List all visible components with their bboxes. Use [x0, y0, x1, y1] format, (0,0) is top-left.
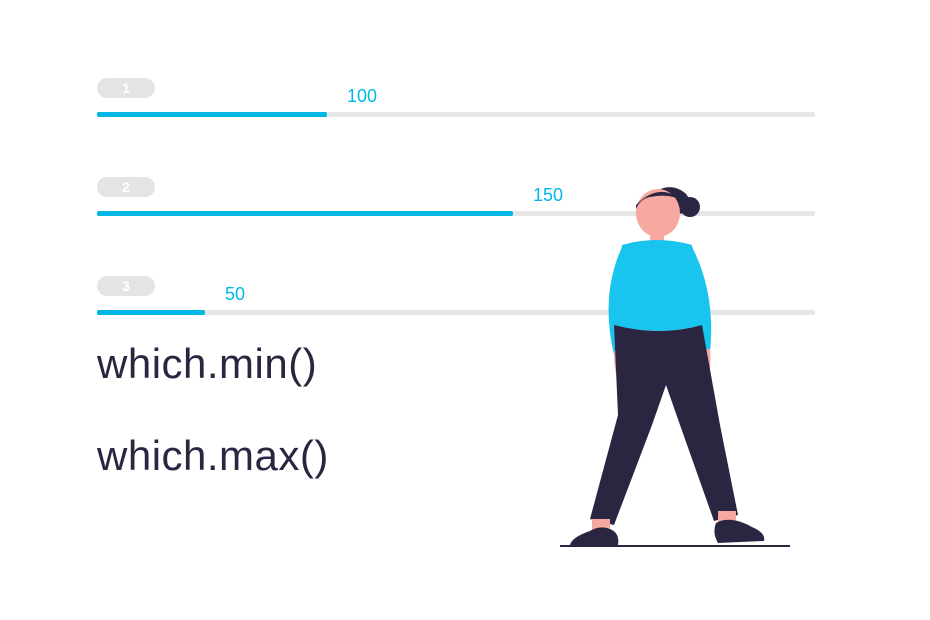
bar-fill [97, 211, 513, 216]
bar-value-label: 50 [225, 284, 245, 305]
function-min-label: which.min() [97, 340, 329, 388]
bar-index-badge: 1 [97, 78, 155, 98]
bar-row: 1 100 [97, 78, 815, 117]
bar-index-badge: 2 [97, 177, 155, 197]
bar-fill [97, 112, 327, 117]
bar-fill [97, 310, 205, 315]
function-max-label: which.max() [97, 432, 329, 480]
shoe-left-icon [570, 527, 618, 545]
diagram-canvas: 1 100 2 150 3 50 which.min() which.max() [0, 0, 930, 620]
bar-value-label: 100 [347, 86, 377, 107]
shoe-right-icon [714, 520, 764, 543]
function-list: which.min() which.max() [97, 340, 329, 524]
person-illustration [570, 175, 790, 575]
pants-icon [590, 325, 738, 525]
bar-index-badge: 3 [97, 276, 155, 296]
bar-track: 100 [97, 112, 815, 117]
bar-value-label: 150 [533, 185, 563, 206]
